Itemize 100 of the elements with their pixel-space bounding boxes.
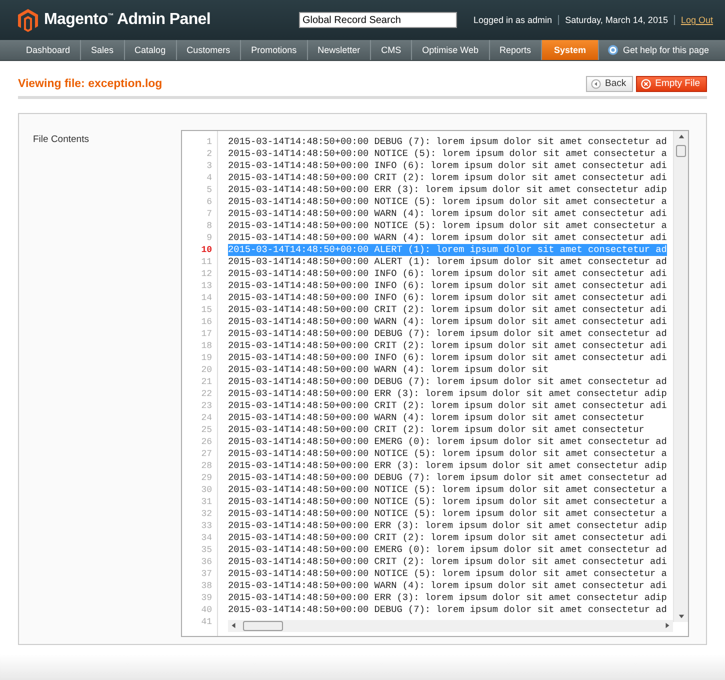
log-line: 2015-03-14T14:48:50+00:00 WARN (4): lorem ipsum dolor sit amet consectetur adi: [228, 580, 667, 592]
log-line: 2015-03-14T14:48:50+00:00 INFO (6): lorem ipsum dolor sit amet consectetur adi: [228, 292, 667, 304]
log-line: 2015-03-14T14:48:50+00:00 INFO (6): lorem ipsum dolor sit amet consectetur adi: [228, 160, 667, 172]
line-number: 3: [206, 160, 213, 172]
line-number: 14: [200, 292, 213, 304]
log-line: 2015-03-14T14:48:50+00:00 ERR (3): lorem ipsum dolor sit amet consectetur adip: [228, 460, 667, 472]
scroll-down-icon[interactable]: [678, 613, 685, 620]
line-number: 8: [206, 220, 213, 232]
empty-file-button[interactable]: Empty File: [636, 76, 707, 92]
log-line: 2015-03-14T14:48:50+00:00 WARN (4): lorem ipsum dolor sit amet consectetur adi: [228, 316, 667, 328]
log-line: 2015-03-14T14:48:50+00:00 ALERT (1): lorem ipsum dolor sit amet consectetur ad: [228, 256, 667, 268]
line-number: 4: [206, 172, 213, 184]
line-number: 28: [200, 460, 213, 472]
log-line: 2015-03-14T14:48:50+00:00 DEBUG (7): lorem ipsum dolor sit amet consectetur ad: [228, 136, 667, 148]
log-line: 2015-03-14T14:48:50+00:00 INFO (6): lorem ipsum dolor sit amet consectetur adi: [228, 268, 667, 280]
line-number: 36: [200, 556, 213, 568]
log-line: 2015-03-14T14:48:50+00:00 CRIT (2): lorem ipsum dolor sit amet consectetur: [228, 424, 644, 436]
line-number: 11: [200, 256, 213, 268]
line-number: 2: [206, 148, 213, 160]
nav-tab[interactable]: Newsletter: [308, 40, 372, 60]
nav-tab[interactable]: Optimise Web: [412, 40, 490, 60]
log-line: 2015-03-14T14:48:50+00:00 CRIT (2): lorem ipsum dolor sit amet consectetur adi: [228, 532, 667, 544]
line-number: 20: [200, 364, 213, 376]
log-line: 2015-03-14T14:48:50+00:00 NOTICE (5): lorem ipsum dolor sit amet consectetur a: [228, 568, 667, 580]
log-line: 2015-03-14T14:48:50+00:00 NOTICE (5): lorem ipsum dolor sit amet consectetur a: [228, 484, 667, 496]
back-button[interactable]: Back: [586, 76, 634, 92]
scroll-thumb[interactable]: [243, 621, 283, 631]
log-line: 2015-03-14T14:48:50+00:00 EMERG (0): lorem ipsum dolor sit amet consectetur ad: [228, 544, 667, 556]
line-number: 39: [200, 592, 213, 604]
log-line: 2015-03-14T14:48:50+00:00 CRIT (2): lorem ipsum dolor sit amet consectetur adi: [228, 400, 667, 412]
line-number: 1: [206, 136, 213, 148]
nav-tab[interactable]: System: [542, 40, 600, 60]
line-number: 16: [200, 316, 213, 328]
file-contents-editor[interactable]: [181, 130, 689, 637]
logo-icon: [18, 8, 38, 32]
line-number: 32: [200, 508, 213, 520]
scroll-left-icon[interactable]: [230, 622, 237, 629]
log-line: 2015-03-14T14:48:50+00:00 ERR (3): lorem ipsum dolor sit amet consectetur adip: [228, 520, 667, 532]
line-number: 7: [206, 208, 213, 220]
scroll-thumb[interactable]: [676, 145, 686, 157]
delete-icon: [641, 78, 652, 88]
line-number: 25: [200, 424, 213, 436]
log-line: 2015-03-14T14:48:50+00:00 WARN (4): lorem ipsum dolor sit amet consectetur: [228, 412, 644, 424]
line-number: 40: [200, 604, 213, 616]
line-number: 21: [200, 376, 213, 388]
back-icon: [591, 78, 601, 88]
field-label: File Contents: [33, 133, 90, 147]
log-line: 2015-03-14T14:48:50+00:00 INFO (6): lorem ipsum dolor sit amet consectetur adi: [228, 280, 667, 292]
line-number: 27: [200, 448, 213, 460]
search-field[interactable]: Global Record Search: [298, 12, 456, 28]
logo-text: Magento$^{™}$ Admin Panel: [44, 11, 211, 29]
log-line: 2015-03-14T14:48:50+00:00 NOTICE (5): lorem ipsum dolor sit amet consectetur a: [228, 196, 667, 208]
log-line: 2015-03-14T14:48:50+00:00 EMERG (0): lorem ipsum dolor sit amet consectetur ad: [228, 436, 667, 448]
nav-tab[interactable]: Promotions: [241, 40, 308, 60]
scroll-up-icon[interactable]: [678, 133, 685, 140]
log-line: 2015-03-14T14:48:50+00:00 DEBUG (7): lorem ipsum dolor sit amet consectetur ad: [228, 604, 667, 616]
line-number: 26: [200, 436, 213, 448]
line-number: 31: [200, 496, 213, 508]
line-number: 33: [200, 520, 213, 532]
log-line: 2015-03-14T14:48:50+00:00 NOTICE (5): lorem ipsum dolor sit amet consectetur a: [228, 508, 667, 520]
line-number: 12: [200, 268, 213, 280]
vertical-scrollbar[interactable]: [673, 131, 688, 622]
line-number: 5: [206, 184, 213, 196]
line-number: 23: [200, 400, 213, 412]
log-line: 2015-03-14T14:48:50+00:00 WARN (4): lorem ipsum dolor sit amet consectetur adi: [228, 232, 667, 244]
line-number: 19: [200, 352, 213, 364]
nav-tab[interactable]: Catalog: [124, 40, 177, 60]
log-line: 2015-03-14T14:48:50+00:00 ERR (3): lorem ipsum dolor sit amet consectetur adip: [228, 184, 667, 196]
help-link[interactable]: Get help for this page: [608, 40, 725, 60]
log-line: 2015-03-14T14:48:50+00:00 WARN (4): lorem ipsum dolor sit: [228, 364, 549, 376]
line-number: 35: [200, 544, 213, 556]
line-number: 18: [200, 340, 213, 352]
log-line: 2015-03-14T14:48:50+00:00 NOTICE (5): lorem ipsum dolor sit amet consectetur a: [228, 496, 667, 508]
line-number: 9: [206, 232, 213, 244]
line-number: 38: [200, 580, 213, 592]
help-icon: [608, 45, 618, 55]
log-line: 2015-03-14T14:48:50+00:00 DEBUG (7): lorem ipsum dolor sit amet consectetur ad: [228, 376, 667, 388]
line-number: 17: [200, 328, 213, 340]
line-number: 41: [200, 616, 213, 628]
line-number: 34: [200, 532, 213, 544]
nav-tab[interactable]: Sales: [81, 40, 125, 60]
nav-tab[interactable]: CMS: [371, 40, 412, 60]
nav-tab[interactable]: Customers: [176, 40, 242, 60]
line-number: 24: [200, 412, 213, 424]
log-line: 2015-03-14T14:48:50+00:00 NOTICE (5): lorem ipsum dolor sit amet consectetur a: [228, 448, 667, 460]
horizontal-scrollbar[interactable]: [228, 620, 673, 632]
user-label: Logged in as admin: [472, 15, 554, 25]
log-line: 2015-03-14T14:48:50+00:00 WARN (4): lorem ipsum dolor sit amet consectetur adi: [228, 208, 667, 220]
log-line: 2015-03-14T14:48:50+00:00 ERR (3): lorem ipsum dolor sit amet consectetur adip: [228, 592, 667, 604]
nav-tab[interactable]: Dashboard: [16, 40, 82, 60]
page-title: Viewing file: exception.log: [18, 78, 162, 90]
scroll-right-icon[interactable]: [664, 622, 671, 629]
log-line: 2015-03-14T14:48:50+00:00 CRIT (2): lorem ipsum dolor sit amet consectetur adi: [228, 172, 667, 184]
log-line: 2015-03-14T14:48:50+00:00 NOTICE (5): lorem ipsum dolor sit amet consectetur a: [228, 220, 667, 232]
log-line: 2015-03-14T14:48:50+00:00 CRIT (2): lorem ipsum dolor sit amet consectetur adi: [228, 556, 667, 568]
log-line: 2015-03-14T14:48:50+00:00 CRIT (2): lorem ipsum dolor sit amet consectetur adi: [228, 304, 667, 316]
log-line: 2015-03-14T14:48:50+00:00 DEBUG (7): lorem ipsum dolor sit amet consectetur ad: [228, 472, 667, 484]
line-number: 37: [200, 568, 213, 580]
logout-link[interactable]: Log Out: [674, 15, 713, 25]
log-line: 2015-03-14T14:48:50+00:00 CRIT (2): lorem ipsum dolor sit amet consectetur adi: [228, 340, 667, 352]
